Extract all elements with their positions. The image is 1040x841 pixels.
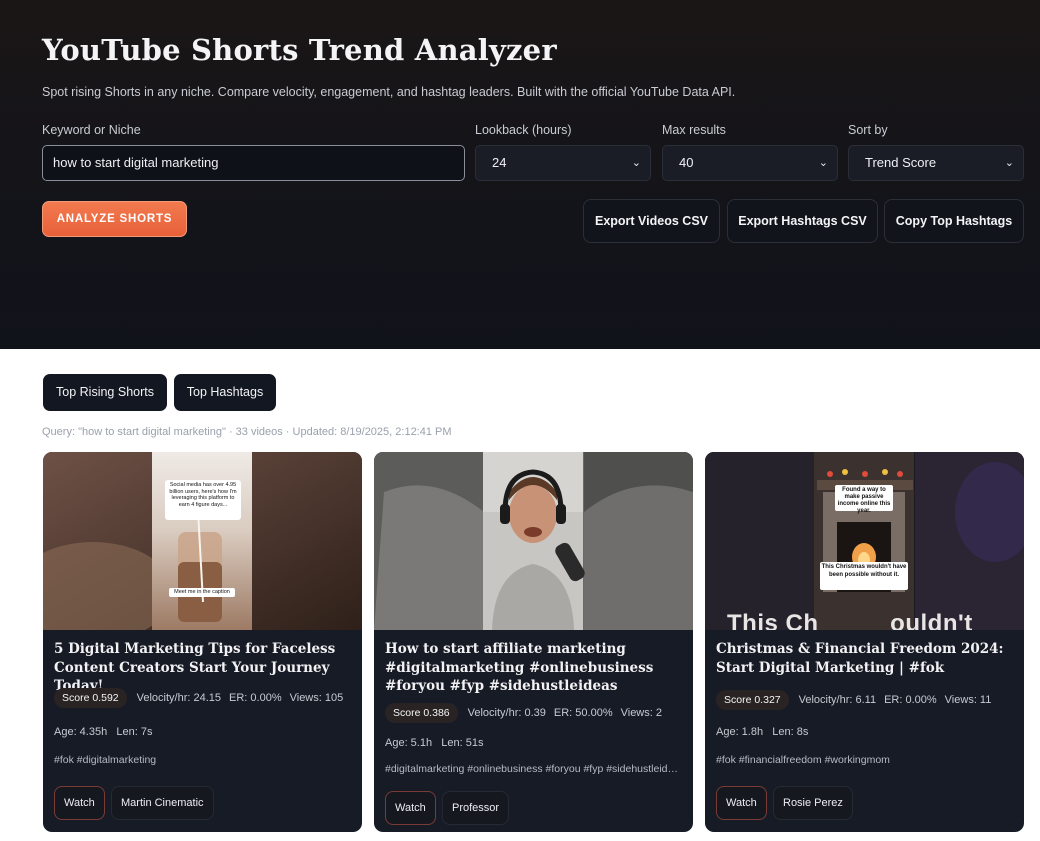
video-thumbnail[interactable]: Social media has over 4.95 billion users…: [43, 452, 362, 630]
video-title[interactable]: How to start affiliate marketing #digita…: [385, 640, 685, 696]
hashtags: #fok #financialfreedom #workingmom: [716, 754, 890, 766]
er-stat: ER: 0.00%: [884, 694, 937, 706]
views-stat: Views: 2: [620, 707, 662, 719]
export-hashtags-csv-button[interactable]: Export Hashtags CSV: [727, 199, 878, 243]
views-stat: Views: 105: [289, 692, 344, 704]
hero-header: YouTube Shorts Trend Analyzer Spot risin…: [0, 0, 1040, 349]
channel-button[interactable]: Professor: [442, 791, 510, 825]
hashtags: #fok #digitalmarketing: [54, 754, 157, 766]
video-card: Social media has over 4.95 billion users…: [43, 452, 362, 832]
channel-button[interactable]: Martin Cinematic: [111, 786, 214, 820]
thumbnail-caption: Found a way to make passive income onlin…: [837, 487, 891, 514]
video-card: How to start affiliate marketing #digita…: [374, 452, 693, 832]
thumbnail-caption: Social media has over 4.95 billion users…: [169, 482, 237, 508]
keyword-input[interactable]: how to start digital marketing: [42, 145, 465, 181]
page-title: YouTube Shorts Trend Analyzer: [42, 33, 557, 67]
max-results-select[interactable]: 40 ⌄: [662, 145, 838, 181]
thumbnail-overlay-text: This Ch ouldn't: [727, 610, 973, 630]
tab-top-rising-shorts[interactable]: Top Rising Shorts: [43, 374, 167, 411]
age-stat: Age: 4.35h: [54, 726, 108, 738]
export-videos-csv-button[interactable]: Export Videos CSV: [583, 199, 720, 243]
watch-button[interactable]: Watch: [716, 786, 767, 820]
chevron-down-icon: ⌄: [1004, 157, 1014, 169]
video-stats: Score 0.327 Velocity/hr: 6.11 ER: 0.00% …: [716, 690, 991, 710]
er-stat: ER: 0.00%: [229, 692, 282, 704]
keyword-label: Keyword or Niche: [42, 123, 141, 137]
video-stats: Score 0.386 Velocity/hr: 0.39 ER: 50.00%…: [385, 703, 662, 723]
max-results-label: Max results: [662, 123, 726, 137]
query-meta: Query: "how to start digital marketing" …: [42, 426, 452, 438]
hashtags: #digitalmarketing #onlinebusiness #foryo…: [385, 763, 683, 775]
lookback-select[interactable]: 24 ⌄: [475, 145, 651, 181]
velocity-stat: Velocity/hr: 6.11: [798, 694, 877, 706]
lookback-value: 24: [492, 155, 507, 170]
length-stat: Len: 8s: [772, 726, 809, 738]
watch-button[interactable]: Watch: [385, 791, 436, 825]
sort-by-value: Trend Score: [865, 155, 937, 170]
video-thumbnail[interactable]: [374, 452, 693, 630]
tab-top-hashtags[interactable]: Top Hashtags: [174, 374, 276, 411]
velocity-stat: Velocity/hr: 0.39: [467, 707, 546, 719]
video-thumbnail[interactable]: Found a way to make passive income onlin…: [705, 452, 1024, 630]
age-length: Age: 5.1h Len: 51s: [385, 737, 483, 749]
thumbnail-caption-mid: This Christmas wouldn't have been possib…: [821, 564, 907, 578]
age-stat: Age: 5.1h: [385, 737, 433, 749]
keyword-input-value: how to start digital marketing: [53, 155, 219, 170]
length-stat: Len: 7s: [116, 726, 153, 738]
lookback-label: Lookback (hours): [475, 123, 572, 137]
age-length: Age: 4.35h Len: 7s: [54, 726, 152, 738]
sort-by-label: Sort by: [848, 123, 888, 137]
video-stats: Score 0.592 Velocity/hr: 24.15 ER: 0.00%…: [54, 688, 343, 708]
channel-button[interactable]: Rosie Perez: [773, 786, 853, 820]
score-badge: Score 0.592: [54, 688, 127, 708]
velocity-stat: Velocity/hr: 24.15: [136, 692, 222, 704]
max-results-value: 40: [679, 155, 694, 170]
score-badge: Score 0.386: [385, 703, 458, 723]
thumbnail-caption-bottom: Meet me in the caption: [174, 589, 230, 595]
thumbnail-image: [374, 452, 693, 630]
length-stat: Len: 51s: [441, 737, 484, 749]
chevron-down-icon: ⌄: [818, 157, 828, 169]
chevron-down-icon: ⌄: [631, 157, 641, 169]
video-title[interactable]: Christmas & Financial Freedom 2024: Star…: [716, 640, 1016, 677]
copy-top-hashtags-button[interactable]: Copy Top Hashtags: [884, 199, 1024, 243]
thumbnail-image: [705, 452, 1024, 630]
views-stat: Views: 11: [944, 694, 992, 706]
age-length: Age: 1.8h Len: 8s: [716, 726, 808, 738]
sort-by-select[interactable]: Trend Score ⌄: [848, 145, 1024, 181]
page-subtitle: Spot rising Shorts in any niche. Compare…: [42, 85, 736, 99]
video-card: Found a way to make passive income onlin…: [705, 452, 1024, 832]
thumbnail-image: [43, 452, 362, 630]
score-badge: Score 0.327: [716, 690, 789, 710]
age-stat: Age: 1.8h: [716, 726, 764, 738]
watch-button[interactable]: Watch: [54, 786, 105, 820]
er-stat: ER: 50.00%: [553, 707, 613, 719]
analyze-shorts-button[interactable]: ANALYZE SHORTS: [42, 201, 187, 237]
